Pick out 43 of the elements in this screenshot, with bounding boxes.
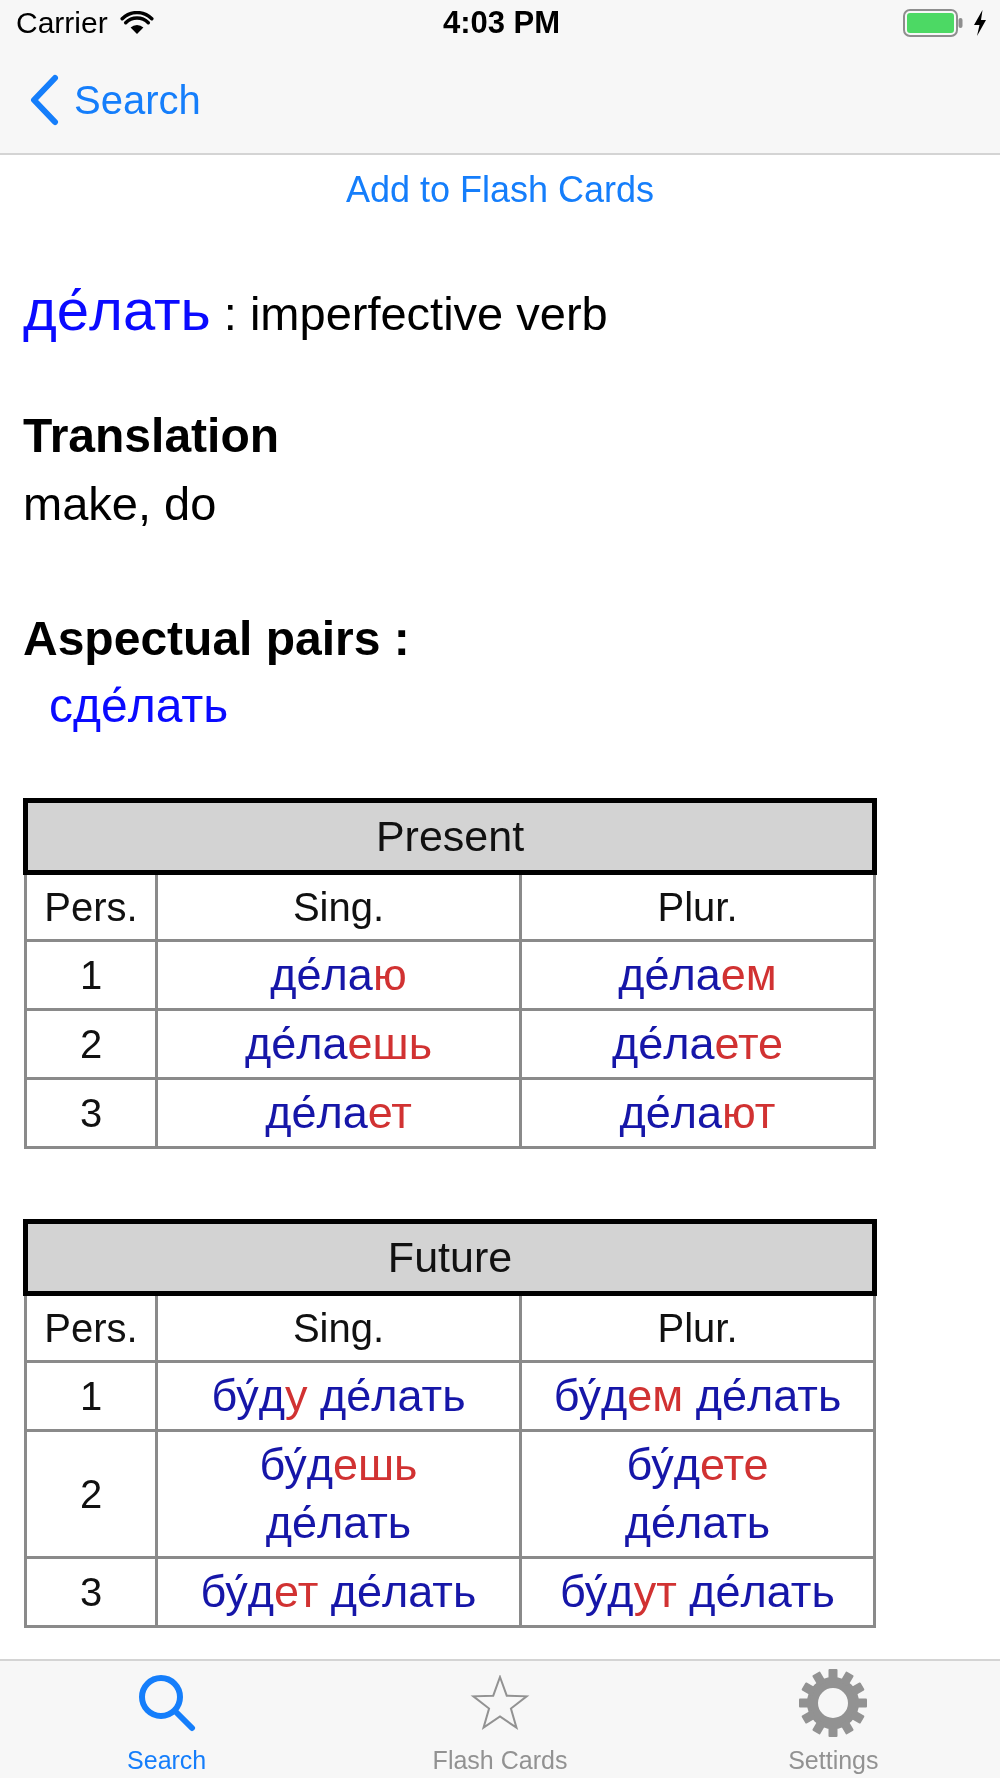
carrier-label: Carrier xyxy=(16,5,108,41)
person-cell: 1 xyxy=(25,940,157,1010)
column-header: Sing. xyxy=(156,1293,521,1362)
section-heading: Translation xyxy=(23,408,280,464)
person-cell: 2 xyxy=(25,1009,157,1079)
conjugation-cell: бу́дем де́лать xyxy=(520,1361,875,1431)
person-cell: 1 xyxy=(25,1361,157,1431)
conjugation-cell: де́лаете xyxy=(520,1009,875,1079)
conjugation-cell: бу́дет де́лать xyxy=(156,1557,521,1627)
battery-icon xyxy=(903,9,963,37)
column-header: Pers. xyxy=(25,872,157,941)
conjugation-cell: де́лает xyxy=(156,1078,521,1148)
search-icon xyxy=(137,1674,196,1732)
conjugation-cell: де́лаешь xyxy=(156,1009,521,1079)
entry-heading: де́лать : imperfective verb xyxy=(23,276,608,344)
star-icon xyxy=(470,1674,530,1732)
chevron-left-icon xyxy=(28,73,60,126)
tab-button[interactable]: Search xyxy=(127,1665,207,1778)
column-header: Sing. xyxy=(156,872,521,941)
aspectual-pair-link[interactable]: сде́лать xyxy=(49,677,229,735)
person-cell: 2 xyxy=(25,1430,157,1558)
charging-bolt-icon xyxy=(973,10,987,36)
column-header: Pers. xyxy=(25,1293,157,1362)
clock-time: 4:03 PM xyxy=(442,5,561,41)
settings-icon xyxy=(798,1668,869,1738)
add-to-flash-cards-button[interactable]: Add to Flash Cards xyxy=(345,168,655,212)
conjugation-cell: де́лаю xyxy=(156,940,521,1010)
column-header: Plur. xyxy=(520,872,875,941)
section-heading: Aspectual pairs : xyxy=(23,611,410,667)
conjugation-cell: де́лают xyxy=(520,1078,875,1148)
person-cell: 3 xyxy=(25,1078,157,1148)
translation-text: make, do xyxy=(23,476,217,532)
table-title: Future xyxy=(25,1221,875,1294)
conjugation-cell: бу́дут де́лать xyxy=(520,1557,875,1627)
table-title: Present xyxy=(25,800,875,873)
person-cell: 3 xyxy=(25,1557,157,1627)
conjugation-cell: бу́ду де́лать xyxy=(156,1361,521,1431)
conjugation-cell: де́лаем xyxy=(520,940,875,1010)
back-button[interactable]: Search xyxy=(28,73,201,126)
tab-button[interactable]: Settings xyxy=(788,1665,879,1778)
wifi-icon xyxy=(119,11,154,35)
column-header: Plur. xyxy=(520,1293,875,1362)
tab-button[interactable]: Flash Cards xyxy=(432,1665,568,1778)
